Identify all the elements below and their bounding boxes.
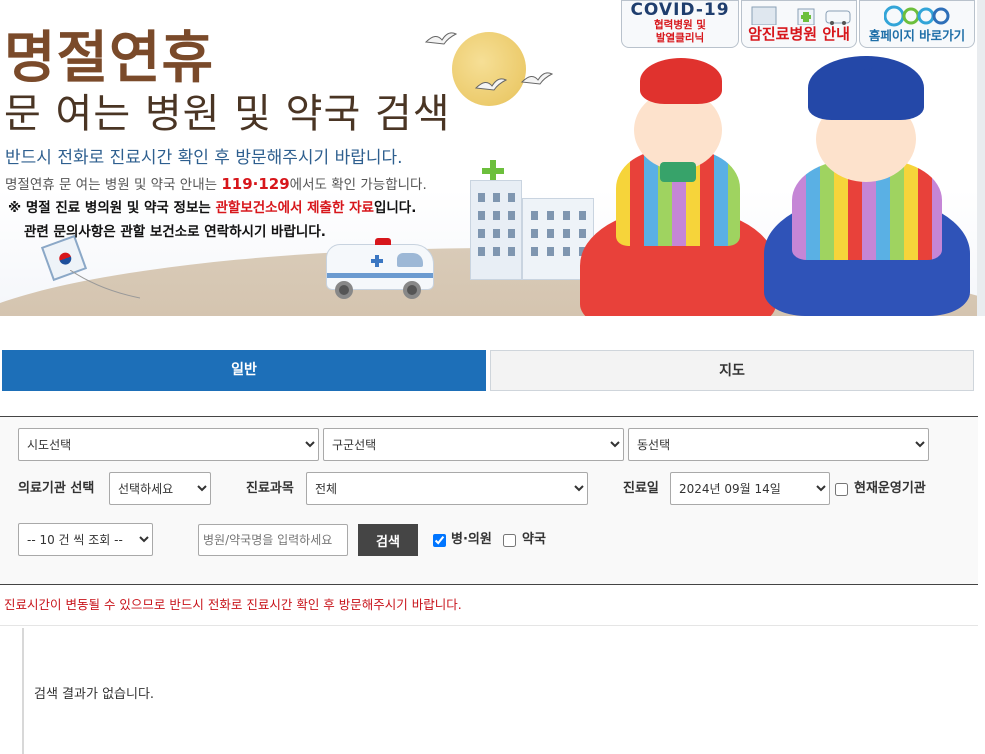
banner-subtitle: 문 여는 병원 및 약국 검색 [4,91,451,137]
covid-sub2: 발열클리닉 [655,32,705,44]
schedule-change-notice: 진료시간이 변동될 수 있으므로 반드시 전화로 진료시간 확인 후 방문해주시… [4,597,462,612]
covid-sub1: 협력병원 및 [654,19,706,31]
covid-title: COVID-19 [630,0,730,20]
hospital-ambulance-icon [751,6,851,25]
banner-notice-hotline: 명절연휴 문 여는 병원 및 약국 안내는 119·129에서도 확인 가능합니… [5,174,427,195]
hospital-building-illustration [470,180,522,280]
source-suffix: 입니다. [373,200,417,216]
banner-title: 명절연휴 [4,26,215,91]
cancer-hospital-label: 암진료병원 안내 [748,25,850,43]
search-result-area: 검색 결과가 없습니다. [22,628,978,754]
banner-notice-source: ※ 명절 진료 병의원 및 약국 정보는 관할보건소에서 제출한 자료입니다. [8,198,416,218]
search-panel: 시도선택 구군선택 동선택 의료기관 선택 선택하세요 진료과목 전체 진료일 … [0,416,978,585]
open-now-checkbox[interactable] [835,483,848,496]
open-now-label[interactable]: 현재운영기관 [854,481,926,497]
banner-edge [977,0,985,316]
hospital-checkbox-label[interactable]: 병·의원 [451,532,492,548]
facility-select[interactable]: 선택하세요 [109,472,211,505]
cancer-hospital-guide-button[interactable]: 암진료병원 안내 [741,0,857,48]
divider [0,625,978,626]
ambulance-illustration [326,238,434,299]
date-label: 진료일 [623,481,659,496]
tab-map[interactable]: 지도 [490,350,974,391]
covid-hospitals-button[interactable]: COVID-19 협력병원 및 발열클리닉 [621,0,739,48]
boy-hanbok-illustration [764,56,970,316]
homepage-shortcut-button[interactable]: 홈페이지 바로가기 [859,0,975,48]
view-tabs: 일반 지도 [2,350,974,391]
source-highlight: 관할보건소에서 제출한 자료 [215,200,374,216]
gugun-select[interactable]: 구군선택 [323,428,624,461]
hospital-checkbox[interactable] [433,534,446,547]
pharmacy-checkbox-label[interactable]: 약국 [522,532,546,548]
tab-general[interactable]: 일반 [2,350,486,391]
dong-select[interactable]: 동선택 [628,428,929,461]
department-select[interactable]: 전체 [306,472,588,505]
crane-icon [520,72,554,85]
full-moon-icon [452,32,526,106]
hotline-number: 119·129 [221,175,290,193]
source-prefix: ※ 명절 진료 병의원 및 약국 정보는 [8,200,216,216]
hotline-suffix: 에서도 확인 가능합니다. [289,177,427,193]
sido-select[interactable]: 시도선택 [18,428,319,461]
egen-logo-icon [884,5,950,27]
hospital-cross-icon [482,160,504,182]
promo-banner: 명절연휴 문 여는 병원 및 약국 검색 반드시 전화로 진료시간 확인 후 방… [0,0,985,316]
department-label: 진료과목 [246,481,294,496]
kite-string [70,270,140,299]
empty-result-message: 검색 결과가 없습니다. [34,687,155,702]
banner-notice-call: 반드시 전화로 진료시간 확인 후 방문해주시기 바랍니다. [5,148,403,168]
page-size-select[interactable]: -- 10 건 씩 조회 -- [18,523,153,556]
date-select[interactable]: 2024년 09월 14일 [670,472,830,505]
facility-name-input[interactable] [198,524,348,556]
banner-notice-inquiry: 관련 문의사항은 관할 보건소로 연락하시기 바랍니다. [24,224,326,240]
crane-icon [424,32,458,45]
homepage-label: 홈페이지 바로가기 [868,28,966,43]
girl-hanbok-illustration [580,58,780,316]
facility-label: 의료기관 선택 [18,481,95,496]
pharmacy-checkbox[interactable] [503,534,516,547]
crane-icon [474,78,508,91]
search-button[interactable]: 검색 [358,524,418,556]
hotline-prefix: 명절연휴 문 여는 병원 및 약국 안내는 [5,177,222,193]
